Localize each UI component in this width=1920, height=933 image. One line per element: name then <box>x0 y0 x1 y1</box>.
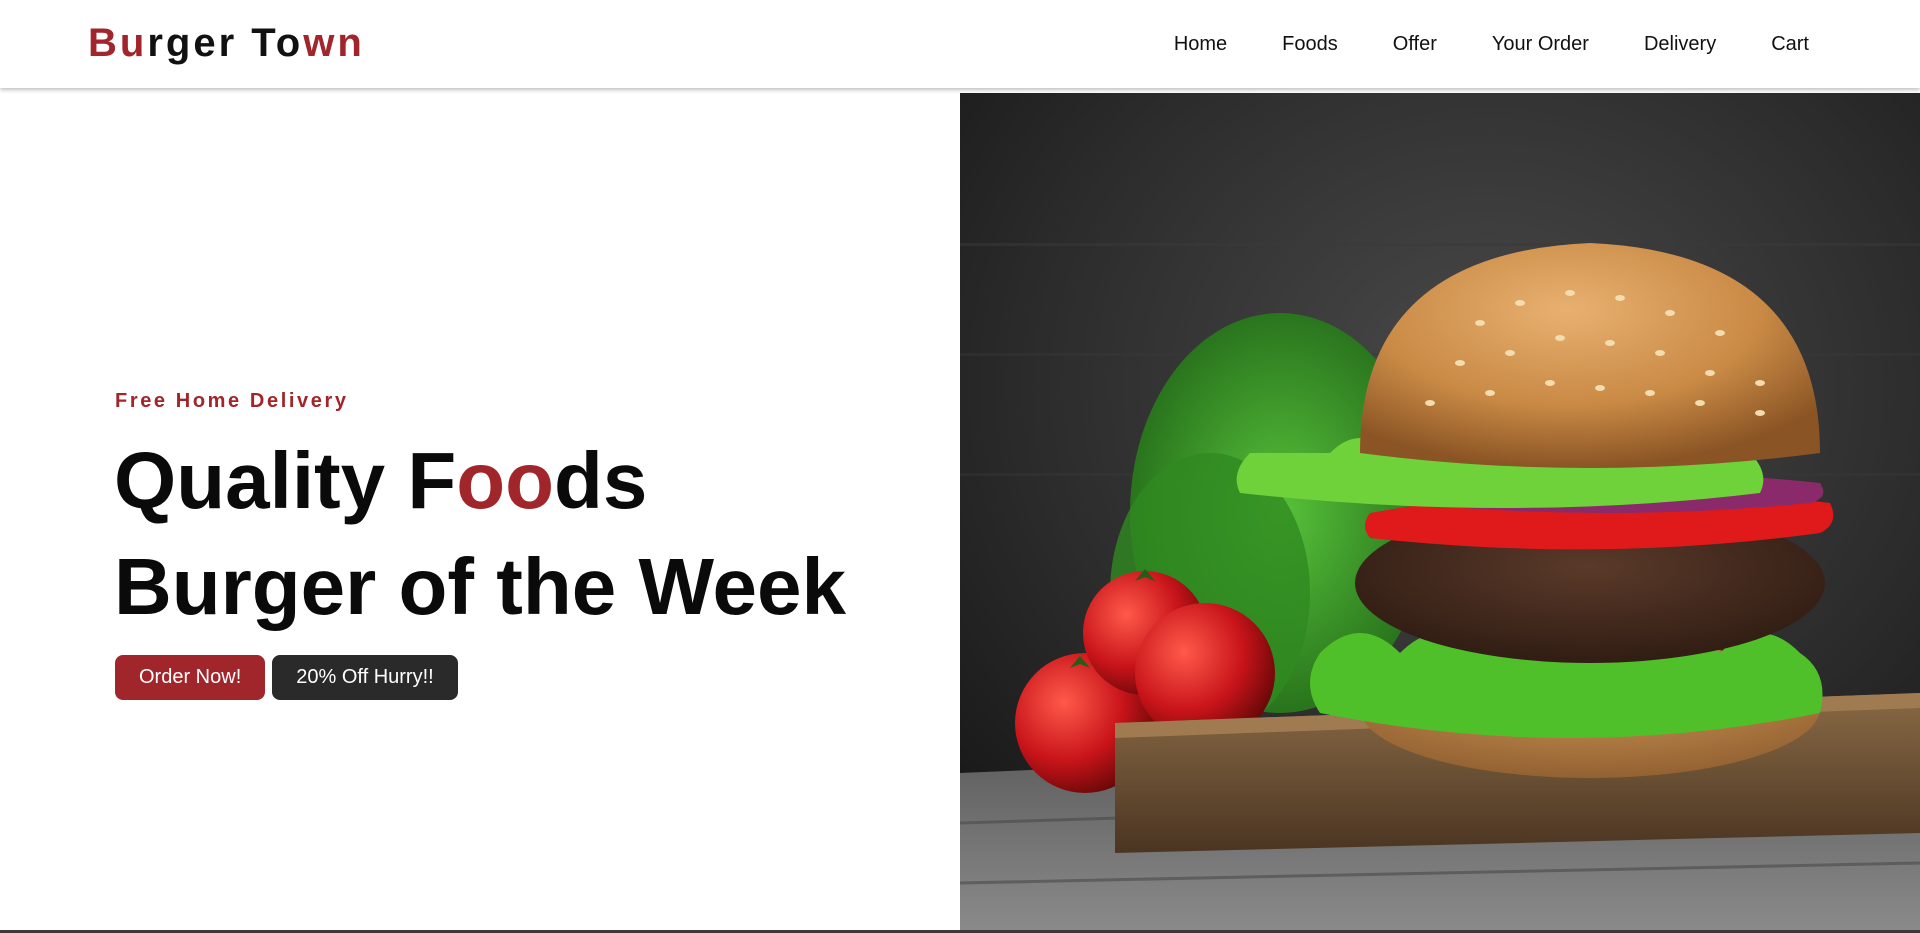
logo-letter: u <box>119 21 148 65</box>
logo-letter: o <box>275 21 304 65</box>
nav-link-delivery[interactable]: Delivery <box>1644 30 1716 58</box>
logo-letter: T <box>251 21 276 65</box>
discount-offer-button[interactable]: 20% Off Hurry!! <box>272 655 458 700</box>
logo-letter: B <box>88 21 120 65</box>
hero-tagline: Free Home Delivery <box>115 390 349 412</box>
headline-line-1-end: ds <box>554 436 648 525</box>
brand-logo[interactable]: Burger Town <box>88 20 365 66</box>
nav-link-home[interactable]: Home <box>1174 30 1227 58</box>
burger-photo <box>960 93 1920 930</box>
hero-text-panel: Free Home Delivery Quality Foods Burger … <box>0 93 960 930</box>
logo-letter: r <box>147 21 166 65</box>
headline-line-1-start: Quality F <box>114 436 457 525</box>
main-nav: Home Foods Offer Your Order Delivery Cart <box>1119 30 1809 58</box>
order-now-button[interactable]: Order Now! <box>115 655 266 700</box>
headline-highlight: oo <box>456 436 554 525</box>
logo-letter: e <box>193 21 219 65</box>
nav-link-your-order[interactable]: Your Order <box>1492 30 1589 58</box>
hero-buttons: Order Now! 20% Off Hurry!! <box>115 655 458 700</box>
nav-link-cart[interactable]: Cart <box>1771 30 1809 58</box>
nav-link-foods[interactable]: Foods <box>1282 30 1338 58</box>
logo-letter: r <box>218 21 238 65</box>
logo-letter <box>237 21 251 65</box>
page: Burger Town Home Foods Offer Your Order Deli… <box>0 0 1920 930</box>
headline-line-1: Quality Foods <box>114 428 846 534</box>
logo-letter: w <box>303 21 338 65</box>
logo-letter: n <box>337 21 365 65</box>
site-header: Burger Town Home Foods Offer Your Order Deli… <box>0 0 1920 88</box>
hero-headline: Quality Foods Burger of the Week <box>114 428 846 640</box>
logo-letter: g <box>165 21 194 65</box>
nav-link-offer[interactable]: Offer <box>1393 30 1437 58</box>
headline-line-2: Burger of the Week <box>114 542 846 631</box>
